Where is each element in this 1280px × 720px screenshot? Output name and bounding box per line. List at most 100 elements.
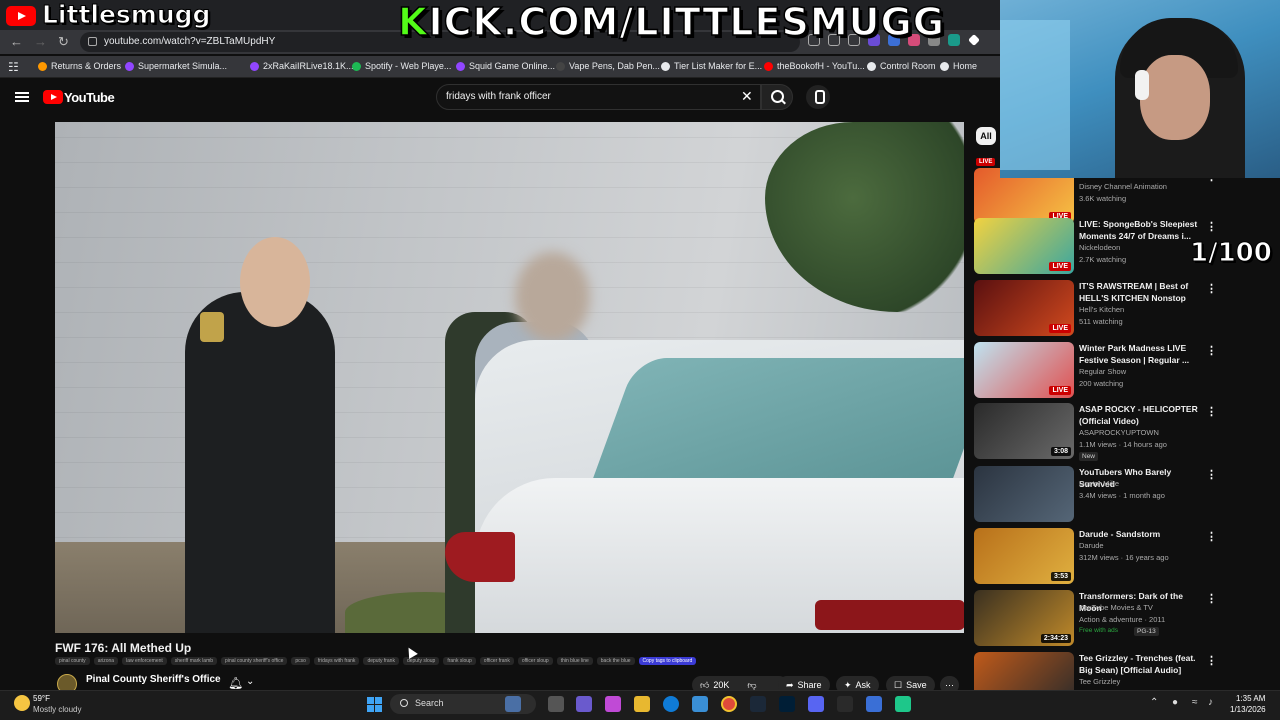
recommendation-title[interactable]: Tee Grizzley - Trenches (feat. Big Sean)… xyxy=(1079,652,1207,676)
bookmark-item[interactable]: Control Room xyxy=(867,61,936,71)
extension-icon-5[interactable] xyxy=(948,34,960,46)
like-count[interactable]: 20K xyxy=(713,680,729,690)
recommendation-title[interactable]: Darude - Sandstorm xyxy=(1079,528,1207,540)
recommendation-channel[interactable]: Tee Grizzley xyxy=(1079,677,1120,686)
recommendation-channel[interactable]: YouTube Movies & TV xyxy=(1079,603,1153,612)
more-options-icon[interactable]: ⋮ xyxy=(1206,530,1217,543)
menu-icon[interactable] xyxy=(15,92,29,102)
recommendation-channel[interactable]: Regular Show xyxy=(1079,367,1126,376)
reload-icon[interactable]: ↻ xyxy=(58,34,69,50)
weather-description[interactable]: Mostly cloudy xyxy=(33,705,81,714)
recommendation-item[interactable]: 3:08 ASAP ROCKY - HELICOPTER (Official Vi… xyxy=(974,403,1274,463)
bookmark-item[interactable]: Squid Game Online... xyxy=(456,61,555,71)
video-tag[interactable]: fridays with frank xyxy=(313,657,360,665)
video-tag[interactable]: pcso xyxy=(291,657,310,665)
forward-icon[interactable]: → xyxy=(34,34,47,49)
recommendation-thumbnail[interactable]: 3:53 xyxy=(974,528,1074,584)
wifi-icon[interactable]: ≈ xyxy=(1192,697,1198,708)
bookmark-item[interactable]: Tier List Maker for E... xyxy=(661,61,762,71)
task-view-icon[interactable] xyxy=(548,696,564,712)
recommendation-title[interactable]: Winter Park Madness LIVE Festive Season … xyxy=(1079,342,1207,366)
recommendation-channel[interactable]: Doctor Mike xyxy=(1079,479,1119,488)
recommendation-thumbnail[interactable]: LIVE xyxy=(974,280,1074,336)
recommendation-item[interactable]: LIVE Winter Park Madness LIVE Festive Sea… xyxy=(974,342,1274,402)
copy-tags-button[interactable]: Copy tags to clipboard xyxy=(638,657,697,665)
video-tag[interactable]: officer frank xyxy=(479,657,514,665)
volume-icon[interactable]: ♪ xyxy=(1208,697,1213,708)
teams-icon[interactable] xyxy=(576,696,592,712)
recommendation-channel[interactable]: Nickelodeon xyxy=(1079,243,1120,252)
edge-icon[interactable] xyxy=(663,696,679,712)
recommendation-channel[interactable]: ASAPROCKYUPTOWN xyxy=(1079,428,1159,437)
bookmark-item[interactable]: Home xyxy=(940,61,977,71)
more-options-icon[interactable]: ⋮ xyxy=(1206,282,1217,295)
bookmark-item[interactable]: Supermarket Simula... xyxy=(125,61,227,71)
more-options-icon[interactable]: ⋮ xyxy=(1206,592,1217,605)
filter-chip-all[interactable]: All xyxy=(976,127,996,145)
video-tag[interactable]: sheriff mark lamb xyxy=(170,657,218,665)
discord-icon[interactable] xyxy=(808,696,824,712)
video-tag[interactable]: law enforcement xyxy=(122,657,167,665)
recommendation-thumbnail[interactable]: LIVE xyxy=(974,342,1074,398)
recommendation-thumbnail[interactable]: LIVE xyxy=(974,218,1074,274)
recommendation-thumbnail[interactable]: 3:08 xyxy=(974,403,1074,459)
recommendation-item[interactable]: 3:53 Darude - Sandstorm Darude 312M views ·… xyxy=(974,528,1274,588)
bookmark-item[interactable]: Vape Pens, Dab Pen... xyxy=(556,61,660,71)
tray-chevron-icon[interactable]: ⌃ xyxy=(1150,697,1158,708)
video-tag[interactable]: pinal county sheriff's office xyxy=(221,657,288,665)
app-icon-blue[interactable] xyxy=(866,696,882,712)
youtube-logo-text[interactable]: YouTube xyxy=(64,90,115,105)
thumbs-down-icon[interactable]: 👎︎ xyxy=(747,680,756,691)
recommendation-channel[interactable]: Darude xyxy=(1079,541,1104,550)
taskbar-search-label[interactable]: Search xyxy=(415,698,444,708)
search-query[interactable]: fridays with frank officer xyxy=(446,91,551,102)
bookmark-item[interactable]: 2xRaKaiIRLive18.1K... xyxy=(250,61,354,71)
url-text[interactable]: youtube.com/watch?v=ZBLTaMUpdHY xyxy=(104,36,275,47)
weather-icon[interactable] xyxy=(14,695,30,711)
steam-icon[interactable] xyxy=(750,696,766,712)
weather-temperature[interactable]: 59°F xyxy=(33,694,50,703)
bookmark-item[interactable]: theBookofH - YouTu... xyxy=(764,61,865,71)
recommendation-thumbnail[interactable] xyxy=(974,466,1074,522)
copilot-icon[interactable] xyxy=(605,696,621,712)
extension-icon-6[interactable] xyxy=(968,34,980,46)
video-tag[interactable]: frank sloup xyxy=(443,657,476,665)
recommendation-title[interactable]: IT'S RAWSTREAM | Best of HELL'S KITCHEN … xyxy=(1079,280,1207,304)
thumbs-up-icon[interactable]: 👍︎ xyxy=(700,680,709,691)
video-tag[interactable]: deputy frank xyxy=(363,657,399,665)
channel-name[interactable]: Pinal County Sheriff's Office xyxy=(86,674,221,685)
clear-search-icon[interactable]: ✕ xyxy=(741,88,753,105)
search-button[interactable] xyxy=(761,84,793,110)
photoshop-icon[interactable] xyxy=(779,696,795,712)
voice-search-icon[interactable] xyxy=(806,85,830,109)
recommendation-thumbnail[interactable]: 2:34:23 xyxy=(974,590,1074,646)
recommendation-item[interactable]: 2:34:23 Transformers: Dark of the Moon You… xyxy=(974,590,1274,650)
bell-icon[interactable]: 🔔︎ xyxy=(228,676,243,690)
video-player[interactable] xyxy=(55,122,964,633)
more-options-icon[interactable]: ⋮ xyxy=(1206,405,1217,418)
more-options-icon[interactable]: ⋮ xyxy=(1206,220,1217,233)
site-info-icon[interactable] xyxy=(88,37,97,46)
recommendation-title[interactable]: ASAP ROCKY - HELICOPTER (Official Video) xyxy=(1079,403,1207,427)
video-tag[interactable]: officer sloup xyxy=(517,657,553,665)
video-tag[interactable]: pinal county xyxy=(55,657,90,665)
microphone-tray-icon[interactable]: ● xyxy=(1172,697,1178,708)
windows-start-icon[interactable] xyxy=(367,697,382,712)
video-tag[interactable]: arizona xyxy=(93,657,119,665)
clock-date[interactable]: 1/13/2026 xyxy=(1230,705,1266,714)
more-options-icon[interactable]: ⋮ xyxy=(1206,468,1217,481)
youtube-logo-icon[interactable] xyxy=(43,90,63,104)
recommendation-item[interactable]: LIVE IT'S RAWSTREAM | Best of HELL'S KITC… xyxy=(974,280,1274,340)
recommendation-channel[interactable]: Hell's Kitchen xyxy=(1079,305,1124,314)
video-tag[interactable]: thin blue line xyxy=(556,657,593,665)
video-tag[interactable]: back the blue xyxy=(596,657,635,665)
apps-grid-icon[interactable]: ☷ xyxy=(8,60,19,74)
store-icon[interactable] xyxy=(692,696,708,712)
back-icon[interactable]: ← xyxy=(10,34,23,49)
clock-time[interactable]: 1:35 AM xyxy=(1236,694,1265,703)
bookmark-item[interactable]: Spotify - Web Playe... xyxy=(352,61,451,71)
file-explorer-icon[interactable] xyxy=(634,696,650,712)
recommendation-title[interactable]: LIVE: SpongeBob's Sleepiest Moments 24/7… xyxy=(1079,218,1207,242)
recommendation-channel[interactable]: Disney Channel Animation xyxy=(1079,182,1167,191)
bookmark-item[interactable]: Returns & Orders xyxy=(38,61,121,71)
